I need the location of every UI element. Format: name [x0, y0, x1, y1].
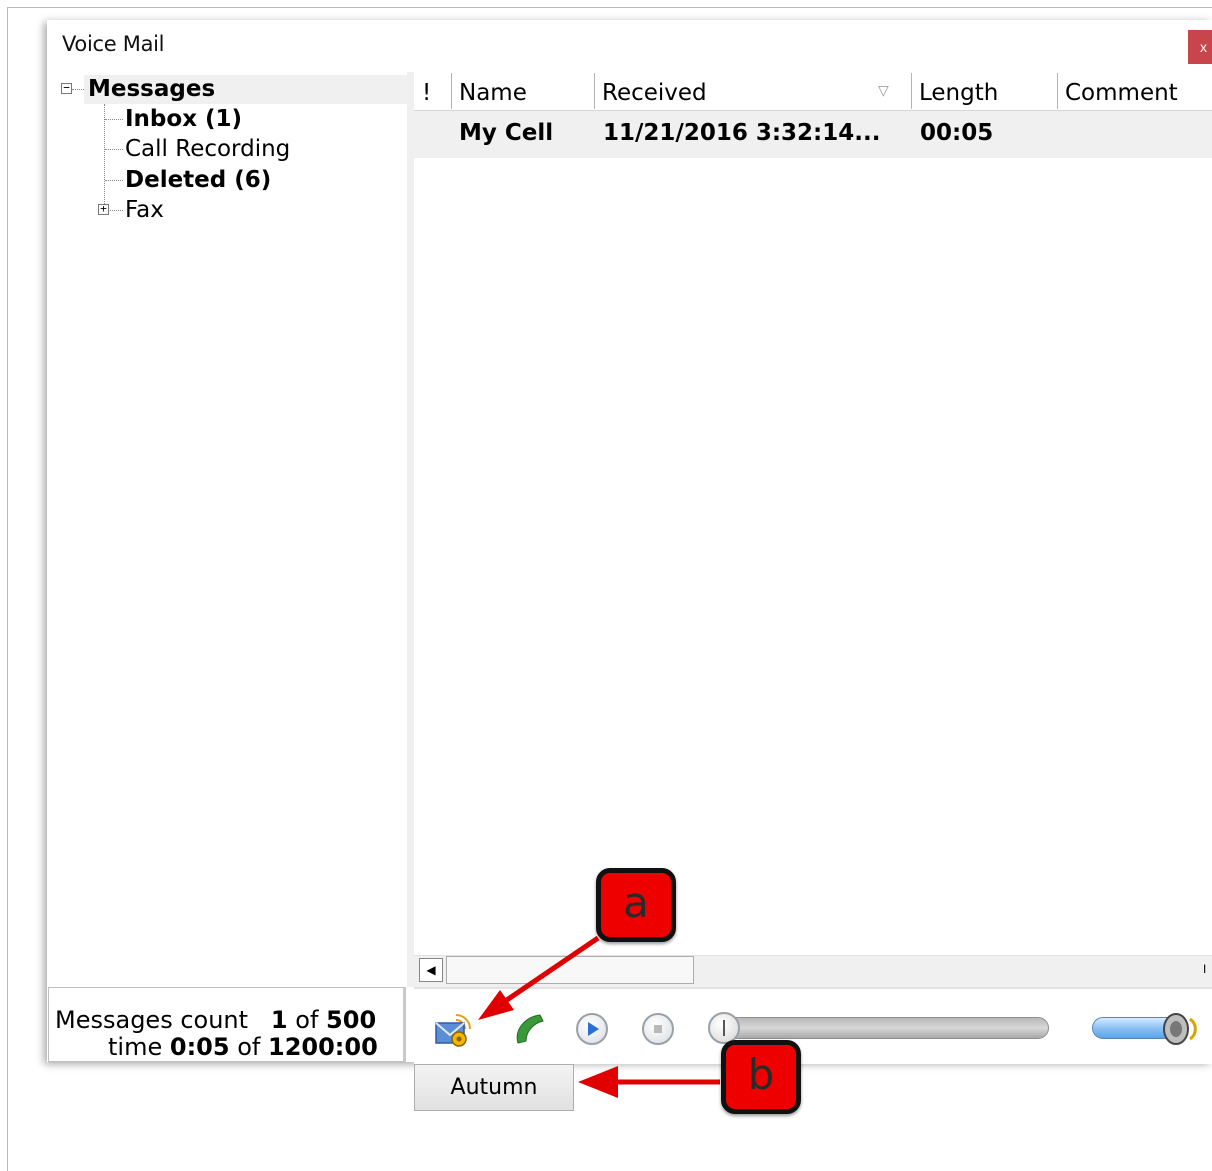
- annotation-arrows: [478, 935, 720, 1098]
- arrow-b-head: [578, 1066, 618, 1098]
- arrow-a-head: [478, 990, 514, 1020]
- callout-b: b: [721, 1040, 801, 1114]
- callout-a: a: [596, 868, 676, 942]
- arrow-a-line: [496, 935, 600, 1009]
